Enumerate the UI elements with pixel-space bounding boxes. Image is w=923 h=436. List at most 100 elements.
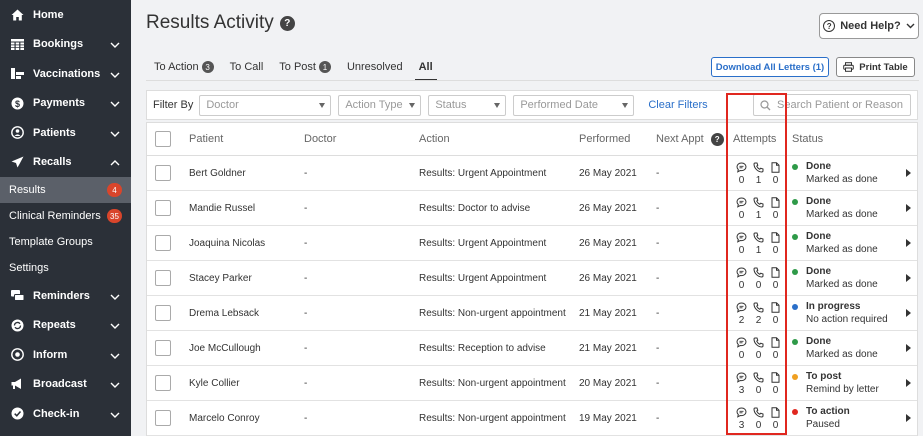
tab-to-call[interactable]: To Call xyxy=(222,54,272,80)
column-header-status[interactable]: Status xyxy=(792,123,823,155)
table-row[interactable]: Mandie Russel - Results: Doctor to advise 2… xyxy=(147,191,917,226)
sidebar-item-reminders[interactable]: Reminders xyxy=(0,281,131,311)
next-appt-value: - xyxy=(656,342,660,354)
column-header-label: Doctor xyxy=(304,133,337,145)
chevron-down-icon xyxy=(906,20,915,32)
status-select[interactable]: Status xyxy=(428,94,507,116)
row-select-cell xyxy=(155,191,171,225)
sms-attempts: 3 xyxy=(738,384,745,396)
sidebar-subitem-clinical-reminders[interactable]: Clinical Reminders 35 xyxy=(0,203,131,229)
patient-name: Bert Goldner xyxy=(189,167,246,179)
sidebar-item-bookings[interactable]: Bookings xyxy=(0,30,131,60)
table-row[interactable]: Joe McCullough - Results: Reception to adv… xyxy=(147,331,917,366)
action-type-select[interactable]: Action Type xyxy=(338,94,422,116)
letter-icon xyxy=(769,301,783,313)
sidebar-item-inform[interactable]: Inform xyxy=(0,340,131,370)
need-help-label: Need Help? xyxy=(840,20,901,32)
sidebar-item-home[interactable]: Home xyxy=(0,0,131,30)
performed-date-select[interactable]: Performed Date xyxy=(513,94,635,116)
attempts-cell: 000 xyxy=(733,331,784,365)
action-value: Results: Non-urgent appointment xyxy=(419,377,566,389)
letter-icon xyxy=(769,266,783,278)
phone-icon xyxy=(752,302,766,313)
tab-to-post[interactable]: To Post 1 xyxy=(271,54,339,80)
sidebar-item-broadcast[interactable]: Broadcast xyxy=(0,370,131,400)
row-checkbox[interactable] xyxy=(155,305,171,321)
column-header-action[interactable]: Action xyxy=(419,123,450,155)
help-icon[interactable]: ? xyxy=(279,15,295,31)
tab-unresolved[interactable]: Unresolved xyxy=(339,54,411,80)
check-circle-icon xyxy=(10,407,24,421)
caret-right-icon[interactable] xyxy=(906,414,911,422)
table-row[interactable]: Stacey Parker - Results: Urgent Appointmen… xyxy=(147,261,917,296)
sidebar-item-patients[interactable]: Patients xyxy=(0,118,131,148)
caret-right-icon[interactable] xyxy=(906,379,911,387)
status-label: Done xyxy=(806,161,831,172)
column-header-patient[interactable]: Patient xyxy=(189,123,223,155)
sms-attempts: 0 xyxy=(738,349,745,361)
main-content: Results Activity ? ? Need Help? To Actio… xyxy=(131,0,923,436)
patient-name: Kyle Collier xyxy=(189,377,240,389)
row-checkbox[interactable] xyxy=(155,375,171,391)
sidebar-subitem-settings[interactable]: Settings xyxy=(0,255,131,281)
sidebar-item-check-in[interactable]: Check-in xyxy=(0,399,131,429)
sidebar-item-repeats[interactable]: Repeats xyxy=(0,311,131,341)
doctor-value: - xyxy=(304,272,308,284)
caret-right-icon[interactable] xyxy=(906,344,911,352)
row-checkbox[interactable] xyxy=(155,235,171,251)
caret-right-icon[interactable] xyxy=(906,274,911,282)
row-checkbox[interactable] xyxy=(155,340,171,356)
tab-divider xyxy=(146,80,919,81)
row-checkbox[interactable] xyxy=(155,410,171,426)
print-table-button[interactable]: Print Table xyxy=(836,57,915,77)
column-header-next-appt[interactable]: Next Appt? xyxy=(656,123,724,155)
download-all-letters-button[interactable]: Download All Letters (1) xyxy=(711,57,829,77)
tab-count-badge: 3 xyxy=(201,61,214,73)
sidebar-subitem-results[interactable]: Results 4 xyxy=(0,177,131,203)
sms-icon xyxy=(735,231,749,243)
sidebar-subitem-template-groups[interactable]: Template Groups xyxy=(0,229,131,255)
caret-right-icon[interactable] xyxy=(906,309,911,317)
status-dot xyxy=(792,408,798,415)
tab-all[interactable]: All xyxy=(411,54,441,81)
letter-attempts: 0 xyxy=(772,279,779,291)
patient-name: Stacey Parker xyxy=(189,272,252,284)
status-detail: Marked as done xyxy=(806,244,878,255)
status-label: Done xyxy=(806,266,831,277)
column-header-attempts[interactable]: Attempts xyxy=(733,123,776,155)
performed-date: 21 May 2021 xyxy=(579,307,637,319)
caret-right-icon[interactable] xyxy=(906,204,911,212)
sidebar-item-payments[interactable]: $ Payments xyxy=(0,89,131,119)
doctor-value: - xyxy=(304,307,308,319)
table-row[interactable]: Joaquina Nicolas - Results: Urgent Appoint… xyxy=(147,226,917,261)
attempts-cell: 010 xyxy=(733,191,784,225)
row-checkbox[interactable] xyxy=(155,270,171,286)
search-input[interactable]: Search Patient or Reason xyxy=(753,94,911,116)
column-header-performed[interactable]: Performed xyxy=(579,123,630,155)
help-icon[interactable]: ? xyxy=(710,132,724,146)
tab-label: All xyxy=(418,61,433,73)
table-row[interactable]: Kyle Collier - Results: Non-urgent appoint… xyxy=(147,366,917,401)
caret-right-icon[interactable] xyxy=(906,169,911,177)
sidebar-item-vaccinations[interactable]: Vaccinations xyxy=(0,59,131,89)
table-row[interactable]: Drema Lebsack - Results: Non-urgent appoin… xyxy=(147,296,917,331)
need-help-button[interactable]: ? Need Help? xyxy=(819,13,919,39)
caret-down-icon xyxy=(494,102,501,108)
tab-to-action[interactable]: To Action 3 xyxy=(146,54,222,80)
table-row[interactable]: Bert Goldner - Results: Urgent Appointment… xyxy=(147,156,917,191)
status-cell: Done Marked as done xyxy=(792,156,878,190)
doctor-select[interactable]: Doctor xyxy=(199,94,332,116)
search-icon xyxy=(760,99,771,111)
row-checkbox[interactable] xyxy=(155,200,171,216)
select-all-checkbox[interactable] xyxy=(155,131,171,147)
table-row[interactable]: Marcelo Conroy - Results: Non-urgent appoi… xyxy=(147,401,917,436)
sidebar-item-recalls[interactable]: Recalls xyxy=(0,148,131,178)
clear-filters-link[interactable]: Clear Filters xyxy=(648,99,707,111)
row-select-cell xyxy=(155,331,171,365)
doctor-value: - xyxy=(304,237,308,249)
row-checkbox[interactable] xyxy=(155,165,171,181)
column-header-doctor[interactable]: Doctor xyxy=(304,123,336,155)
count-badge: 4 xyxy=(107,183,122,197)
caret-right-icon[interactable] xyxy=(906,239,911,247)
sidebar-item-label: Check-in xyxy=(33,407,80,420)
